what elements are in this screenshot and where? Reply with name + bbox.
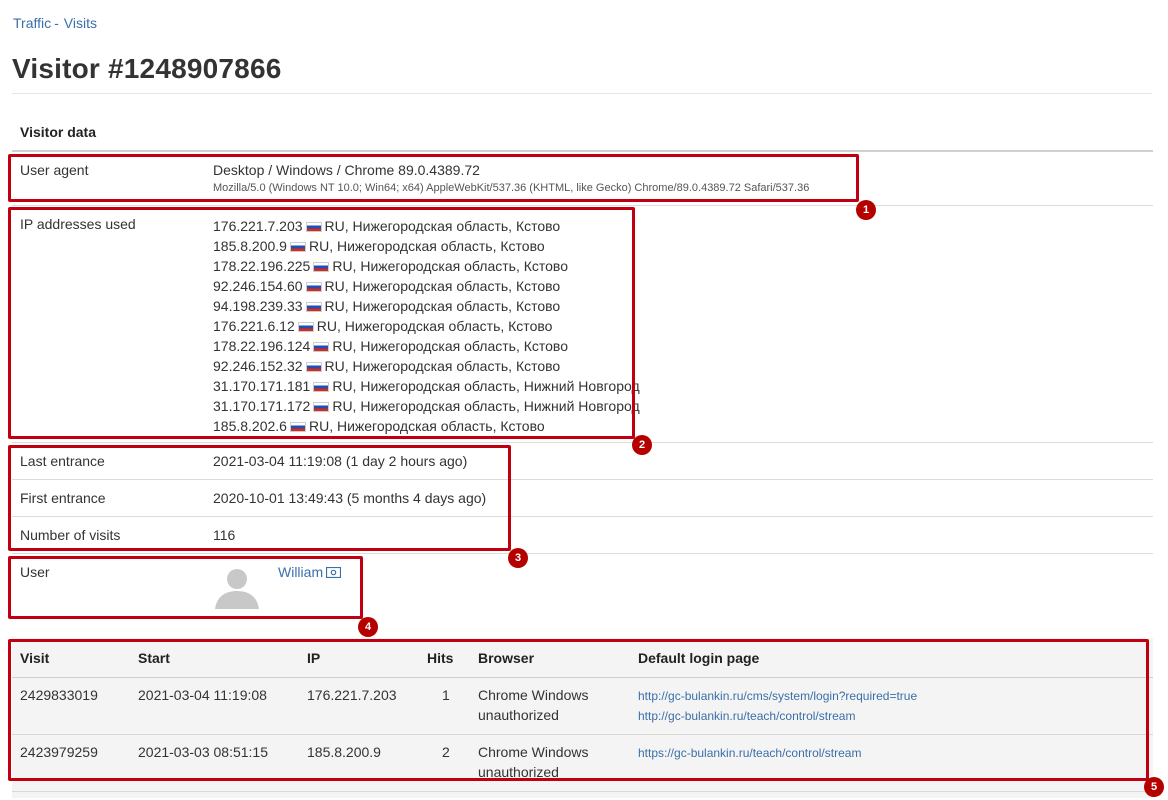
annotation-badge-2: 2 <box>632 435 652 455</box>
annotation-box-5 <box>8 639 1149 781</box>
annotation-badge-5: 5 <box>1144 777 1164 797</box>
breadcrumb: Traffic - Visits <box>13 15 97 31</box>
title-divider <box>12 93 1152 94</box>
annotation-badge-3: 3 <box>508 548 528 568</box>
annotation-box-1 <box>8 154 859 202</box>
row-divider <box>12 442 1153 443</box>
section-title: Visitor data <box>20 124 96 140</box>
breadcrumb-traffic-link[interactable]: Traffic <box>13 15 51 31</box>
section-divider <box>12 150 1153 152</box>
page-title: Visitor #1248907866 <box>12 53 282 84</box>
row-divider <box>12 553 1153 554</box>
annotation-box-4 <box>8 556 363 619</box>
breadcrumb-visits-link[interactable]: Visits <box>64 15 97 31</box>
annotation-box-3 <box>8 445 511 551</box>
annotation-badge-4: 4 <box>358 617 378 637</box>
row-divider <box>12 205 1153 206</box>
annotation-badge-1: 1 <box>856 200 876 220</box>
breadcrumb-separator: - <box>54 15 59 31</box>
annotation-box-2 <box>8 207 635 439</box>
table-row-divider <box>12 791 1153 792</box>
